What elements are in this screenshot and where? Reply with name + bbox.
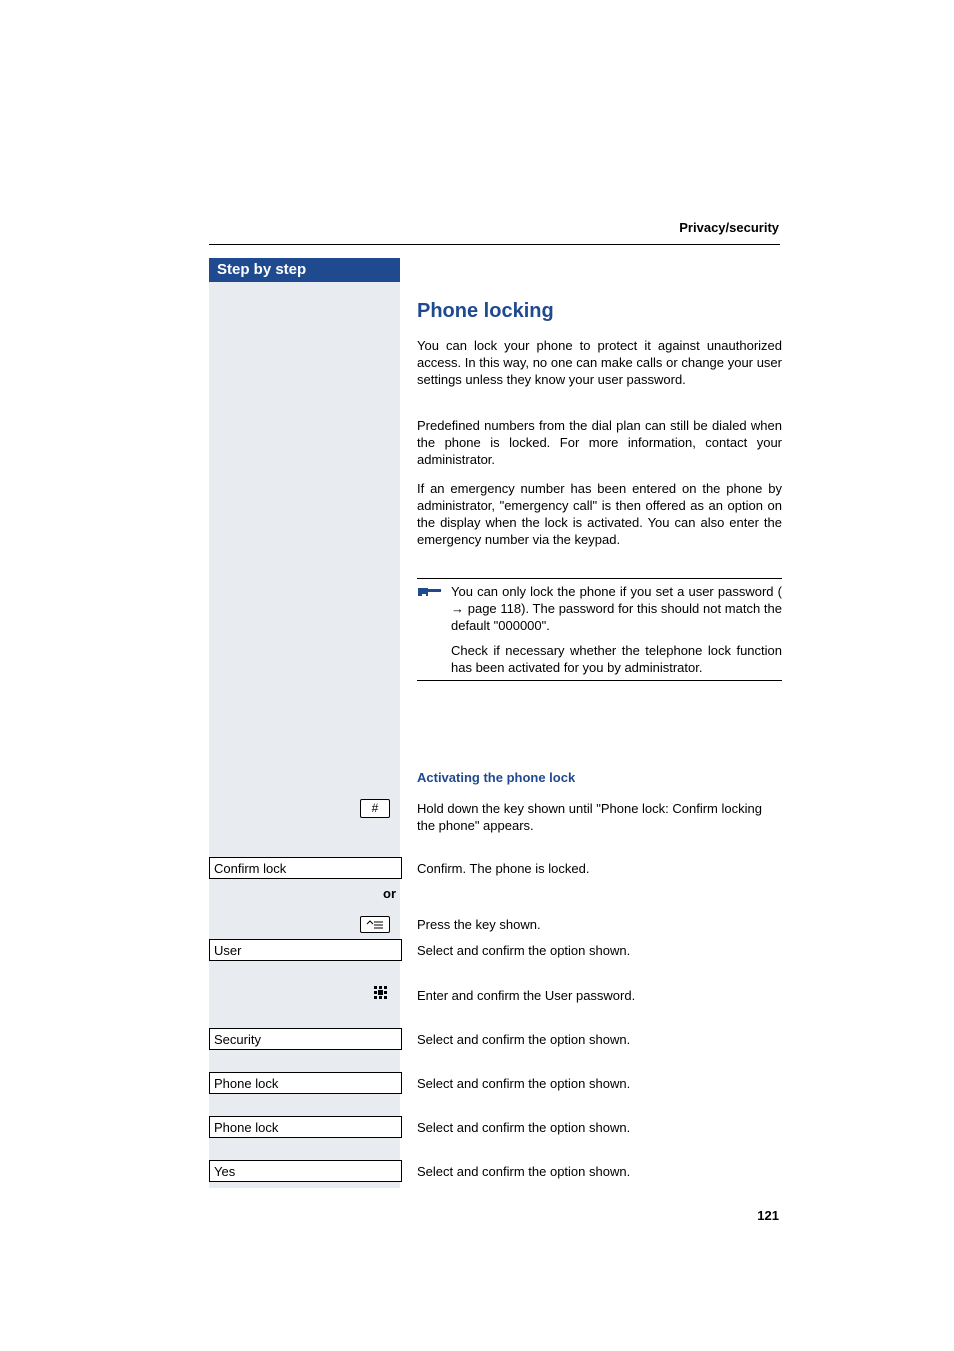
- note-box: You can only lock the phone if you set a…: [417, 578, 782, 681]
- instr-select-user: Select and confirm the option shown.: [417, 942, 782, 959]
- display-phone-lock-2: Phone lock: [209, 1116, 402, 1138]
- instr-confirm: Confirm. The phone is locked.: [417, 860, 782, 877]
- note-1-text: You can only lock the phone if you set a…: [451, 583, 782, 634]
- header-rule: [209, 244, 780, 245]
- instr-enter-password: Enter and confirm the User password.: [417, 987, 782, 1004]
- menu-key-icon: [360, 916, 390, 933]
- display-confirm-lock: Confirm lock: [209, 857, 402, 879]
- page: Privacy/security Step by step Phone lock…: [0, 0, 954, 1351]
- display-security: Security: [209, 1028, 402, 1050]
- instr-press-key: Press the key shown.: [417, 916, 782, 933]
- instr-select-security: Select and confirm the option shown.: [417, 1031, 782, 1048]
- sidebar-body: [209, 282, 400, 1188]
- paragraph-2: Predefined numbers from the dial plan ca…: [417, 417, 782, 468]
- note-1b: page 118). The password for this should …: [451, 601, 782, 633]
- section-heading: Phone locking: [417, 300, 554, 323]
- pointing-hand-icon: [417, 585, 443, 599]
- sidebar-title: Step by step: [209, 258, 400, 282]
- header-section-label: Privacy/security: [679, 220, 779, 235]
- or-label: or: [209, 886, 400, 901]
- display-user: User: [209, 939, 402, 961]
- instr-select-phone-lock-1: Select and confirm the option shown.: [417, 1075, 782, 1092]
- xref-arrow-icon: →: [451, 600, 464, 617]
- hash-key-icon: #: [360, 799, 390, 818]
- note-2-text: Check if necessary whether the telephone…: [451, 642, 782, 676]
- display-phone-lock-1: Phone lock: [209, 1072, 402, 1094]
- page-number: 121: [757, 1208, 779, 1223]
- keypad-icon: [374, 986, 390, 1002]
- subheading-activating: Activating the phone lock: [417, 770, 575, 785]
- instr-select-phone-lock-2: Select and confirm the option shown.: [417, 1119, 782, 1136]
- instr-hold-key: Hold down the key shown until "Phone loc…: [417, 800, 782, 834]
- display-yes: Yes: [209, 1160, 402, 1182]
- note-1a: You can only lock the phone if you set a…: [451, 584, 782, 599]
- note-rule-bottom: [417, 680, 782, 681]
- instr-select-yes: Select and confirm the option shown.: [417, 1163, 782, 1180]
- paragraph-1: You can lock your phone to protect it ag…: [417, 337, 782, 388]
- paragraph-3: If an emergency number has been entered …: [417, 480, 782, 548]
